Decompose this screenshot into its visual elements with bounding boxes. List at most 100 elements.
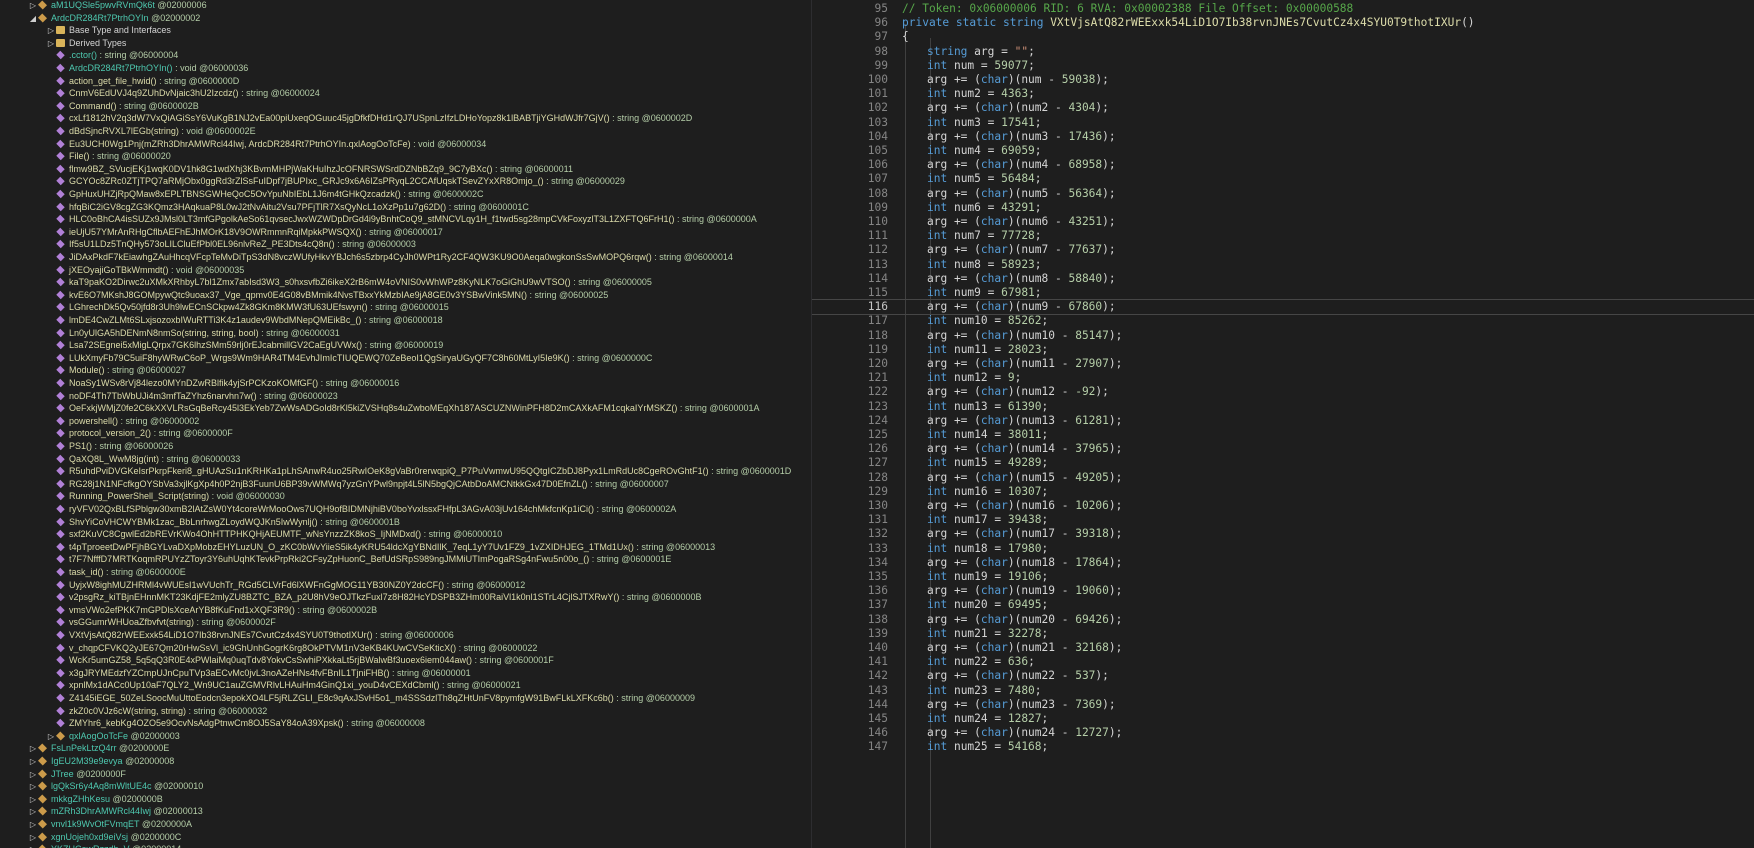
tree-item[interactable]: t7F7NfffD7MRTKoqmRPUYzZToyr3Y6uhUqhKTevk…: [46, 553, 671, 566]
tree-item[interactable]: OeFxkjWMjZ0fe2C6kXXVLRsGqBeRcy45l3EkYeb7…: [46, 402, 760, 415]
tree-item[interactable]: dBdSjncRVXL7lEGb(string) : void @0600002…: [46, 125, 256, 138]
tree-item[interactable]: task_id() : string @0600000E: [46, 566, 186, 579]
code-editor-panel[interactable]: 95 // Token: 0x06000006 RID: 6 RVA: 0x000…: [812, 0, 1754, 848]
tree-item[interactable]: vsGGumrWHUoaZfbvfvt(string) : string @06…: [46, 616, 276, 629]
tree-item[interactable]: UyjxW8ighMUZHRMl4vWUEsI1wVUchTr_RGd5CLVr…: [46, 579, 525, 592]
tree-item[interactable]: JiDAxPkdF7kEiawhgZAuHhcqVFcpTeMvDiTpS3dN…: [46, 251, 733, 264]
tree-item[interactable]: PS1() : string @06000026: [46, 440, 173, 453]
code-line[interactable]: 126 arg += (char)(num14 - 37965);: [812, 442, 1754, 456]
tree-item[interactable]: t4pTproeetDwPFjhBGYLvaDXpMobzEHYLuzUN_O_…: [46, 541, 715, 554]
code-line[interactable]: 145 int num24 = 12827;: [812, 712, 1754, 726]
tree-item[interactable]: ▷ vnvl1k9WvOtFVmqET @0200000A: [28, 818, 192, 831]
tree-item[interactable]: ▷ IgEU2M39e9evya @02000008: [28, 755, 174, 768]
code-line[interactable]: 102 arg += (char)(num2 - 4304);: [812, 101, 1754, 115]
tree-item[interactable]: HLC0oBhCA4isSUZx9JMsl0LT3mfGPgolkAeSo61q…: [46, 213, 757, 226]
code-line[interactable]: 117 int num10 = 85262;: [812, 314, 1754, 328]
tree-item[interactable]: ▷ Derived Types: [46, 37, 126, 50]
code-line[interactable]: 136 arg += (char)(num19 - 19060);: [812, 584, 1754, 598]
code-line[interactable]: 111 int num7 = 77728;: [812, 229, 1754, 243]
code-line[interactable]: 105 int num4 = 69059;: [812, 144, 1754, 158]
tree-item[interactable]: kvE6O7MKshJ8GOMpywQtc9uoax37_Vge_qpmv0E4…: [46, 289, 608, 302]
code-line[interactable]: 125 int num14 = 38011;: [812, 428, 1754, 442]
code-line[interactable]: 107 int num5 = 56484;: [812, 172, 1754, 186]
code-line[interactable]: 124 arg += (char)(num13 - 61281);: [812, 414, 1754, 428]
tree-item[interactable]: Lsa72SEgnei5xMigLQrpx7GK6lhzSMm59rlj0rEJ…: [46, 339, 443, 352]
code-line[interactable]: 127 int num15 = 49289;: [812, 456, 1754, 470]
tree-item[interactable]: ▷ lgQkSr6y4Aq8mWltUE4c @02000010: [28, 780, 203, 793]
code-line[interactable]: 110 arg += (char)(num6 - 43251);: [812, 215, 1754, 229]
code-line[interactable]: 133 int num18 = 17980;: [812, 542, 1754, 556]
tree-item[interactable]: NoaSy1WSv8rVj84lezo0MYnDZwRBlfik4yjSrPCK…: [46, 377, 399, 390]
tree-item[interactable]: ShvYiCoVHCWYBMk1zac_BbLnrhwgZLoydWQJKn5I…: [46, 516, 400, 529]
tree-item[interactable]: Command() : string @0600002B: [46, 100, 199, 113]
tree-item[interactable]: QaXQ8L_WwM8jg(int) : string @06000033: [46, 453, 240, 466]
code-line[interactable]: 137 int num20 = 69495;: [812, 598, 1754, 612]
tree-item[interactable]: ▷ mZRh3DhrAMWRcl44Iwj @02000013: [28, 805, 203, 818]
tree-item[interactable]: LUkXmyFb79C5uiF8hyWRwC6oP_Wrgs9Wm9HAR4TM…: [46, 352, 652, 365]
tree-item[interactable]: VXtVjsAtQ82rWEExxk54LiD1O7Ib38rvnJNEs7Cv…: [46, 629, 454, 642]
code-line[interactable]: 99 int num = 59077;: [812, 59, 1754, 73]
tree-item[interactable]: ▷ mkkgZHhKesu @0200000B: [28, 793, 163, 806]
code-line[interactable]: 120 arg += (char)(num11 - 27907);: [812, 357, 1754, 371]
code-line[interactable]: 122 arg += (char)(num12 - -92);: [812, 385, 1754, 399]
tree-item[interactable]: vmsVWo2efPKK7mGPDlsXceArYB8fKuFnd1xXQF3R…: [46, 604, 377, 617]
tree-item[interactable]: .cctor() : string @06000004: [46, 49, 178, 62]
code-line[interactable]: 118 arg += (char)(num10 - 85147);: [812, 329, 1754, 343]
tree-item[interactable]: hfqBiC2iGV8cgZG3KQmz3HAqkuaP8L0wJ2tNvAit…: [46, 201, 529, 214]
code-line[interactable]: 112 arg += (char)(num7 - 77637);: [812, 243, 1754, 257]
code-line[interactable]: 132 arg += (char)(num17 - 39318);: [812, 527, 1754, 541]
tree-item[interactable]: GpHuxUHZjRpQMaw8xEPLTBNSGWHeQoC5OvYpuNbI…: [46, 188, 483, 201]
code-line[interactable]: 95 // Token: 0x06000006 RID: 6 RVA: 0x000…: [812, 2, 1754, 16]
assembly-tree-panel[interactable]: ▷ aM1UQSle5pwvRVmQk6t @02000006 ◢ ArdcDR284…: [0, 0, 812, 848]
code-line[interactable]: 108 arg += (char)(num5 - 56364);: [812, 187, 1754, 201]
tree-item[interactable]: ▷ YKZUCawRzzdh_V @02000014: [28, 843, 181, 848]
tree-item[interactable]: ▷ qxlAogOoTcFe @02000003: [46, 730, 180, 743]
code-line[interactable]: 113 int num8 = 58923;: [812, 258, 1754, 272]
code-line[interactable]: 101 int num2 = 4363;: [812, 87, 1754, 101]
code-line[interactable]: 143 int num23 = 7480;: [812, 684, 1754, 698]
code-line[interactable]: 106 arg += (char)(num4 - 68958);: [812, 158, 1754, 172]
tree-item[interactable]: x3gJRYMEdzfYZCmpUJnCpuTVp3aECvMc0jvL3noA…: [46, 667, 471, 680]
code-line[interactable]: 146 arg += (char)(num24 - 12727);: [812, 726, 1754, 740]
code-line[interactable]: 135 int num19 = 19106;: [812, 570, 1754, 584]
code-line[interactable]: 142 arg += (char)(num22 - 537);: [812, 669, 1754, 683]
code-line[interactable]: 139 int num21 = 32278;: [812, 627, 1754, 641]
code-line[interactable]: 147 int num25 = 54168;: [812, 740, 1754, 754]
expand-arrow-icon[interactable]: ▷: [28, 844, 38, 848]
tree-item[interactable]: ieUjU57YMrAnRHgCflbAEFhEJhMOrK18V9OWRmmn…: [46, 226, 443, 239]
tree-item[interactable]: ▷ Base Type and Interfaces: [46, 24, 171, 37]
code-line[interactable]: 144 arg += (char)(num23 - 7369);: [812, 698, 1754, 712]
code-line[interactable]: 121 int num12 = 9;: [812, 371, 1754, 385]
code-line[interactable]: 141 int num22 = 636;: [812, 655, 1754, 669]
code-line[interactable]: 114 arg += (char)(num8 - 58840);: [812, 272, 1754, 286]
tree-item[interactable]: ▷ aM1UQSle5pwvRVmQk6t @02000006: [28, 0, 207, 12]
code-line[interactable]: 115 int num9 = 67981;: [812, 286, 1754, 300]
code-line[interactable]: 123 int num13 = 61390;: [812, 400, 1754, 414]
tree-item[interactable]: cxLf1812hV2q3dW7VxQiAGiSsY6VuKgB1NJ2vEa0…: [46, 112, 692, 125]
code-line[interactable]: 129 int num16 = 10307;: [812, 485, 1754, 499]
tree-item[interactable]: LGhrechDk5Qv50jfd8r3Uh9lwECnSCkpw4Zk8GKm…: [46, 301, 449, 314]
tree-item[interactable]: CnmV6EdUVJ4q9ZUhDvNjaic3hU2Izcdz() : str…: [46, 87, 320, 100]
code-line[interactable]: 134 arg += (char)(num18 - 17864);: [812, 556, 1754, 570]
tree-item[interactable]: v2psgRz_kiTBjnEHnnMKT23KdjFE2mlyZU8BZTC_…: [46, 591, 702, 604]
code-line[interactable]: 140 arg += (char)(num21 - 32168);: [812, 641, 1754, 655]
tree-item[interactable]: If5sU1LDz5TnQHy573oLILCluEfPbl0EL96nlvRe…: [46, 238, 416, 251]
tree-item[interactable]: ◢ ArdcDR284Rt7PtrhOYIn @02000002: [28, 12, 200, 25]
code-line[interactable]: 131 int num17 = 39438;: [812, 513, 1754, 527]
tree-item[interactable]: Module() : string @06000027: [46, 364, 186, 377]
tree-item[interactable]: Z4145iEGE_50ZeLSoocMuUttoEodcn3epokXO4LF…: [46, 692, 695, 705]
tree-item[interactable]: xpnlMx1dACc0Up10aF7QLY2_Wn9UC1auZGMVRlvL…: [46, 679, 521, 692]
code-line[interactable]: 96 private static string VXtVjsAtQ82rWEEx…: [812, 16, 1754, 30]
code-line[interactable]: 119 int num11 = 28023;: [812, 343, 1754, 357]
code-line[interactable]: 116 arg += (char)(num9 - 67860);: [812, 299, 1754, 316]
tree-item[interactable]: Eu3UCH0Wg1Pnj(mZRh3DhrAMWRcl44Iwj, ArdcD…: [46, 138, 486, 151]
tree-item[interactable]: kaT9paKO2Dirwc2uXMkXRhbyL7bl1Zmx7abIsd3W…: [46, 276, 652, 289]
tree-item[interactable]: ▷ FsLnPekLtzQ4rr @0200000E: [28, 742, 169, 755]
code-line[interactable]: 109 int num6 = 43291;: [812, 201, 1754, 215]
tree-item[interactable]: GCYOc8ZRc0ZTjTPQ7aRMjObx0ggRd3rZlSsFuIDp…: [46, 175, 625, 188]
code-line[interactable]: 104 arg += (char)(num3 - 17436);: [812, 130, 1754, 144]
code-line[interactable]: 98 string arg = "";: [812, 45, 1754, 59]
tree-item[interactable]: powershell() : string @06000002: [46, 415, 199, 428]
tree-item[interactable]: jXEOyajiGoTBkWmmdt() : void @06000035: [46, 264, 244, 277]
tree-item[interactable]: R5uhdPviDVGKeIsrPkrpFkeri8_gHUAzSu1nKRHK…: [46, 465, 791, 478]
